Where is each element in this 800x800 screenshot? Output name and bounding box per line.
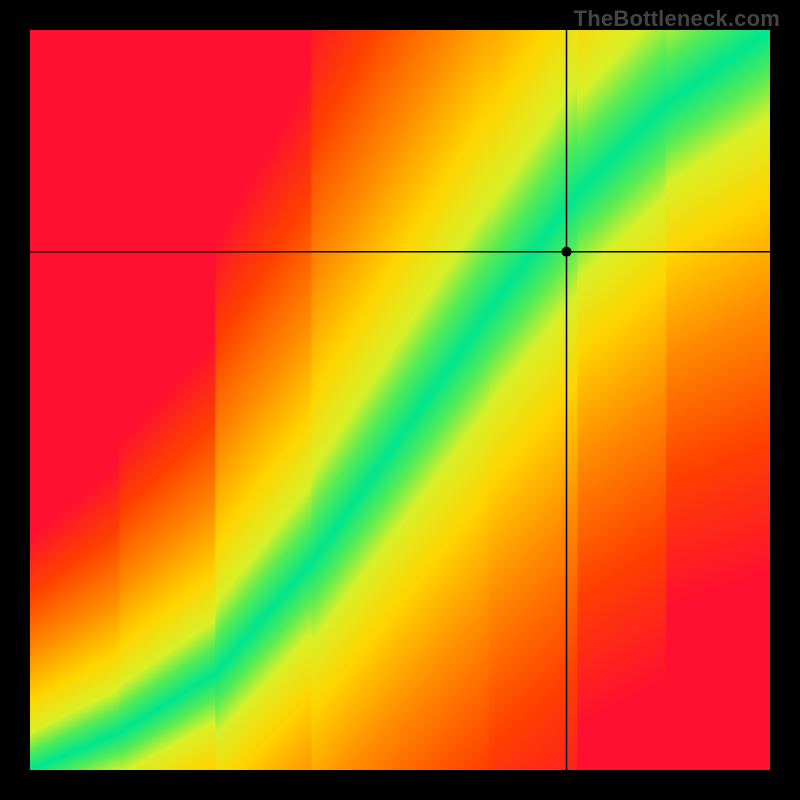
watermark-label: TheBottleneck.com [574,6,780,32]
crosshair-overlay [0,0,800,800]
chart-frame: TheBottleneck.com [0,0,800,800]
